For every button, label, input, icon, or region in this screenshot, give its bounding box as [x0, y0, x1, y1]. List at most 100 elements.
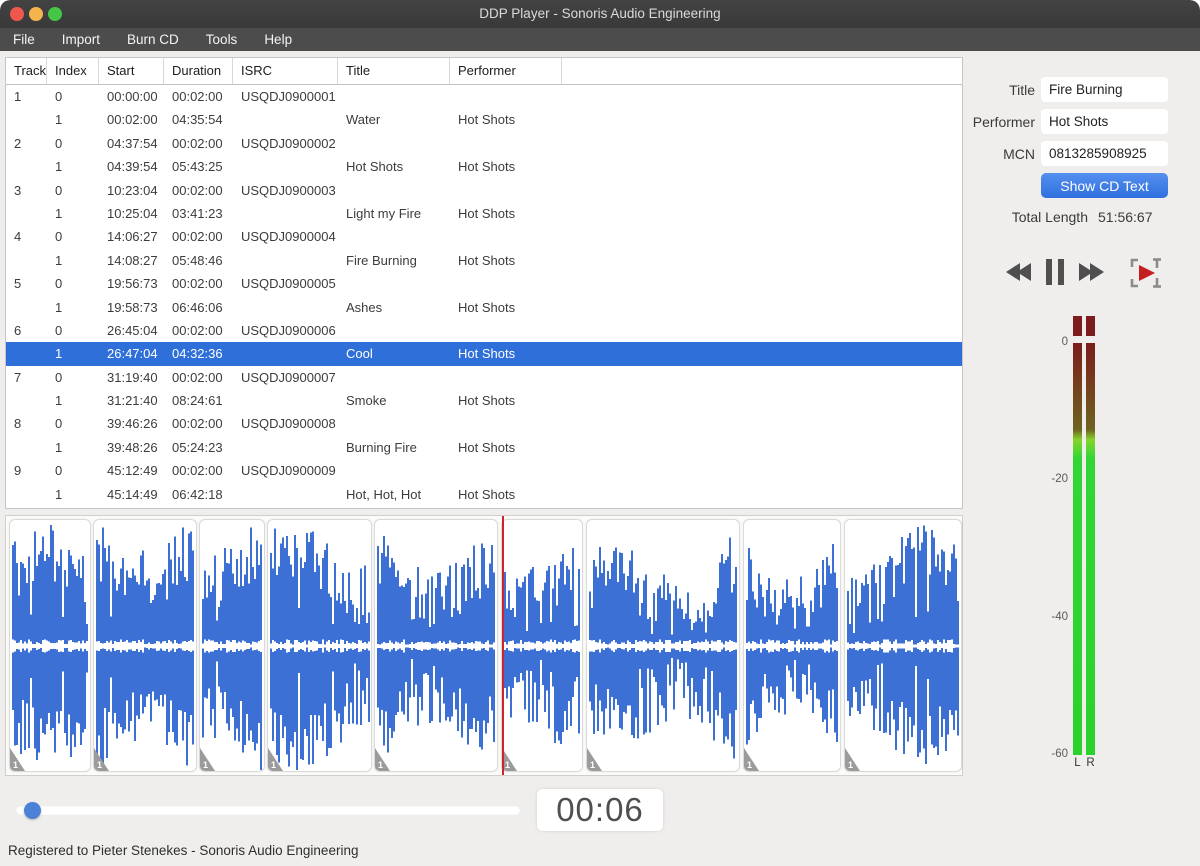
- level-meter-clip-right: [1086, 316, 1095, 336]
- cell-duration: 08:24:61: [172, 393, 223, 409]
- meter-channel-label: R: [1086, 757, 1095, 769]
- fast-forward-icon: [1090, 263, 1104, 281]
- cell-title: [338, 132, 450, 155]
- column-header-isrc[interactable]: ISRC: [233, 58, 338, 84]
- table-row[interactable]: 1 00:02:00 04:35:54 Water Hot Shots: [6, 108, 962, 131]
- title-field[interactable]: Fire Burning: [1041, 77, 1168, 102]
- table-row[interactable]: 3 0 10:23:04 00:02:00 USQDJ0900003: [6, 179, 962, 202]
- menu-item-burn-cd[interactable]: Burn CD: [127, 32, 179, 47]
- pause-button[interactable]: [1046, 259, 1064, 285]
- column-header-duration[interactable]: Duration: [164, 58, 233, 84]
- cell-performer: Hot Shots: [458, 159, 516, 175]
- rewind-button[interactable]: [1006, 263, 1031, 281]
- title-bar: DDP Player - Sonoris Audio Engineering: [0, 0, 1200, 28]
- menu-item-file[interactable]: File: [13, 32, 35, 47]
- cell-duration: 00:02:00: [172, 463, 223, 479]
- total-length-label: Total Length: [1011, 209, 1088, 225]
- waveform-track-8[interactable]: 1: [743, 519, 841, 772]
- waveform-panel: 111111111: [5, 515, 963, 776]
- meter-scale-label: -60: [1051, 748, 1068, 760]
- cell-start: 26:45:04: [107, 322, 158, 338]
- fast-forward-button[interactable]: [1079, 263, 1104, 281]
- table-row[interactable]: 8 0 39:46:26 00:02:00 USQDJ0900008: [6, 412, 962, 435]
- time-display: 00:06: [537, 789, 663, 831]
- cell-index: 0: [55, 135, 63, 151]
- table-row[interactable]: 4 0 14:06:27 00:02:00 USQDJ0900004: [6, 225, 962, 248]
- waveform-track-6[interactable]: 1: [501, 519, 583, 772]
- waveform-track-2[interactable]: 1: [93, 519, 197, 772]
- cell-start: 19:58:73: [107, 299, 158, 315]
- cell-performer: [450, 272, 562, 295]
- play-to-marker-button[interactable]: [1130, 257, 1162, 289]
- cell-isrc: [233, 202, 338, 225]
- rewind-icon: [1017, 263, 1031, 281]
- cell-performer: [450, 412, 562, 435]
- column-header-performer[interactable]: Performer: [450, 58, 562, 84]
- table-row[interactable]: 1 14:08:27 05:48:46 Fire Burning Hot Shots: [6, 249, 962, 272]
- column-header-start[interactable]: Start: [99, 58, 164, 84]
- cell-start: 31:19:40: [107, 369, 158, 385]
- menu-item-help[interactable]: Help: [264, 32, 292, 47]
- cell-duration: 00:02:00: [172, 89, 223, 104]
- menu-item-tools[interactable]: Tools: [206, 32, 238, 47]
- cell-isrc: [233, 436, 338, 459]
- table-header: Track Index Start Duration ISRC Title Performe…: [6, 58, 962, 85]
- table-row[interactable]: 1 0 00:00:00 00:02:00 USQDJ0900001: [6, 85, 962, 108]
- table-row[interactable]: 1 10:25:04 03:41:23 Light my Fire Hot Shots: [6, 202, 962, 225]
- waveform-track-3[interactable]: 1: [199, 519, 265, 772]
- table-row[interactable]: 1 04:39:54 05:43:25 Hot Shots Hot Shots: [6, 155, 962, 178]
- table-row[interactable]: 5 0 19:56:73 00:02:00 USQDJ0900005: [6, 272, 962, 295]
- pause-icon: [1058, 259, 1064, 285]
- waveform-track-5[interactable]: 1: [374, 519, 498, 772]
- cell-performer: Hot Shots: [458, 205, 516, 221]
- table-row[interactable]: 1 39:48:26 05:24:23 Burning Fire Hot Shots: [6, 436, 962, 459]
- table-row[interactable]: 9 0 45:12:49 00:02:00 USQDJ0900009: [6, 459, 962, 482]
- column-header-index[interactable]: Index: [47, 58, 99, 84]
- cell-start: 19:56:73: [107, 276, 158, 292]
- cell-index: 0: [55, 369, 63, 385]
- waveform-track-7[interactable]: 1: [586, 519, 740, 772]
- cell-isrc: USQDJ0900006: [241, 322, 336, 338]
- cell-index: 1: [55, 252, 63, 268]
- seek-slider[interactable]: [16, 806, 520, 815]
- cell-duration: 00:02:00: [172, 322, 223, 338]
- mcn-field-label: MCN: [1003, 146, 1035, 162]
- seek-slider-thumb[interactable]: [24, 802, 41, 819]
- table-row[interactable]: 7 0 31:19:40 00:02:00 USQDJ0900007: [6, 366, 962, 389]
- waveform-track-1[interactable]: 1: [9, 519, 91, 772]
- cell-title: Hot, Hot, Hot: [346, 486, 422, 502]
- table-row[interactable]: 1 31:21:40 08:24:61 Smoke Hot Shots: [6, 389, 962, 412]
- column-header-track[interactable]: Track: [6, 58, 47, 84]
- table-row[interactable]: 6 0 26:45:04 00:02:00 USQDJ0900006: [6, 319, 962, 342]
- show-cd-text-button[interactable]: Show CD Text: [1041, 173, 1168, 198]
- performer-field-label: Performer: [972, 114, 1035, 130]
- cell-duration: 00:02:00: [172, 416, 223, 432]
- cell-performer: [450, 225, 562, 248]
- cell-index: 0: [55, 89, 63, 104]
- cell-title: Light my Fire: [346, 205, 422, 221]
- table-row[interactable]: 1 45:14:49 06:42:18 Hot, Hot, Hot Hot Shots: [6, 483, 962, 506]
- performer-field[interactable]: Hot Shots: [1041, 109, 1168, 134]
- table-row[interactable]: 1 19:58:73 06:46:06 Ashes Hot Shots: [6, 296, 962, 319]
- level-meter-clip-left: [1073, 316, 1082, 336]
- table-row-selected[interactable]: 1 26:47:04 04:32:36 Cool Hot Shots: [6, 342, 962, 366]
- cell-isrc: [233, 155, 338, 178]
- mcn-field[interactable]: 0813285908925: [1041, 141, 1168, 166]
- cell-duration: 05:48:46: [172, 252, 223, 268]
- column-header-title[interactable]: Title: [338, 58, 450, 84]
- cell-isrc: USQDJ0900005: [241, 276, 336, 292]
- meter-scale-label: -40: [1051, 611, 1068, 623]
- meter-scale-label: -20: [1051, 473, 1068, 485]
- table-row[interactable]: 2 0 04:37:54 00:02:00 USQDJ0900002: [6, 132, 962, 155]
- cell-start: 00:02:00: [107, 112, 158, 128]
- cell-performer: Hot Shots: [458, 393, 516, 409]
- cell-track: [6, 108, 47, 131]
- table-body: 1 0 00:00:00 00:02:00 USQDJ0900001 1 00:02:00 0…: [6, 85, 962, 506]
- cell-track: [6, 436, 47, 459]
- cell-index: 0: [55, 182, 63, 198]
- cell-title: Burning Fire: [346, 439, 417, 455]
- waveform-track-4[interactable]: 1: [267, 519, 372, 772]
- menu-item-import[interactable]: Import: [62, 32, 100, 47]
- waveform-track-9[interactable]: 1: [844, 519, 962, 772]
- cell-start: 10:25:04: [107, 205, 158, 221]
